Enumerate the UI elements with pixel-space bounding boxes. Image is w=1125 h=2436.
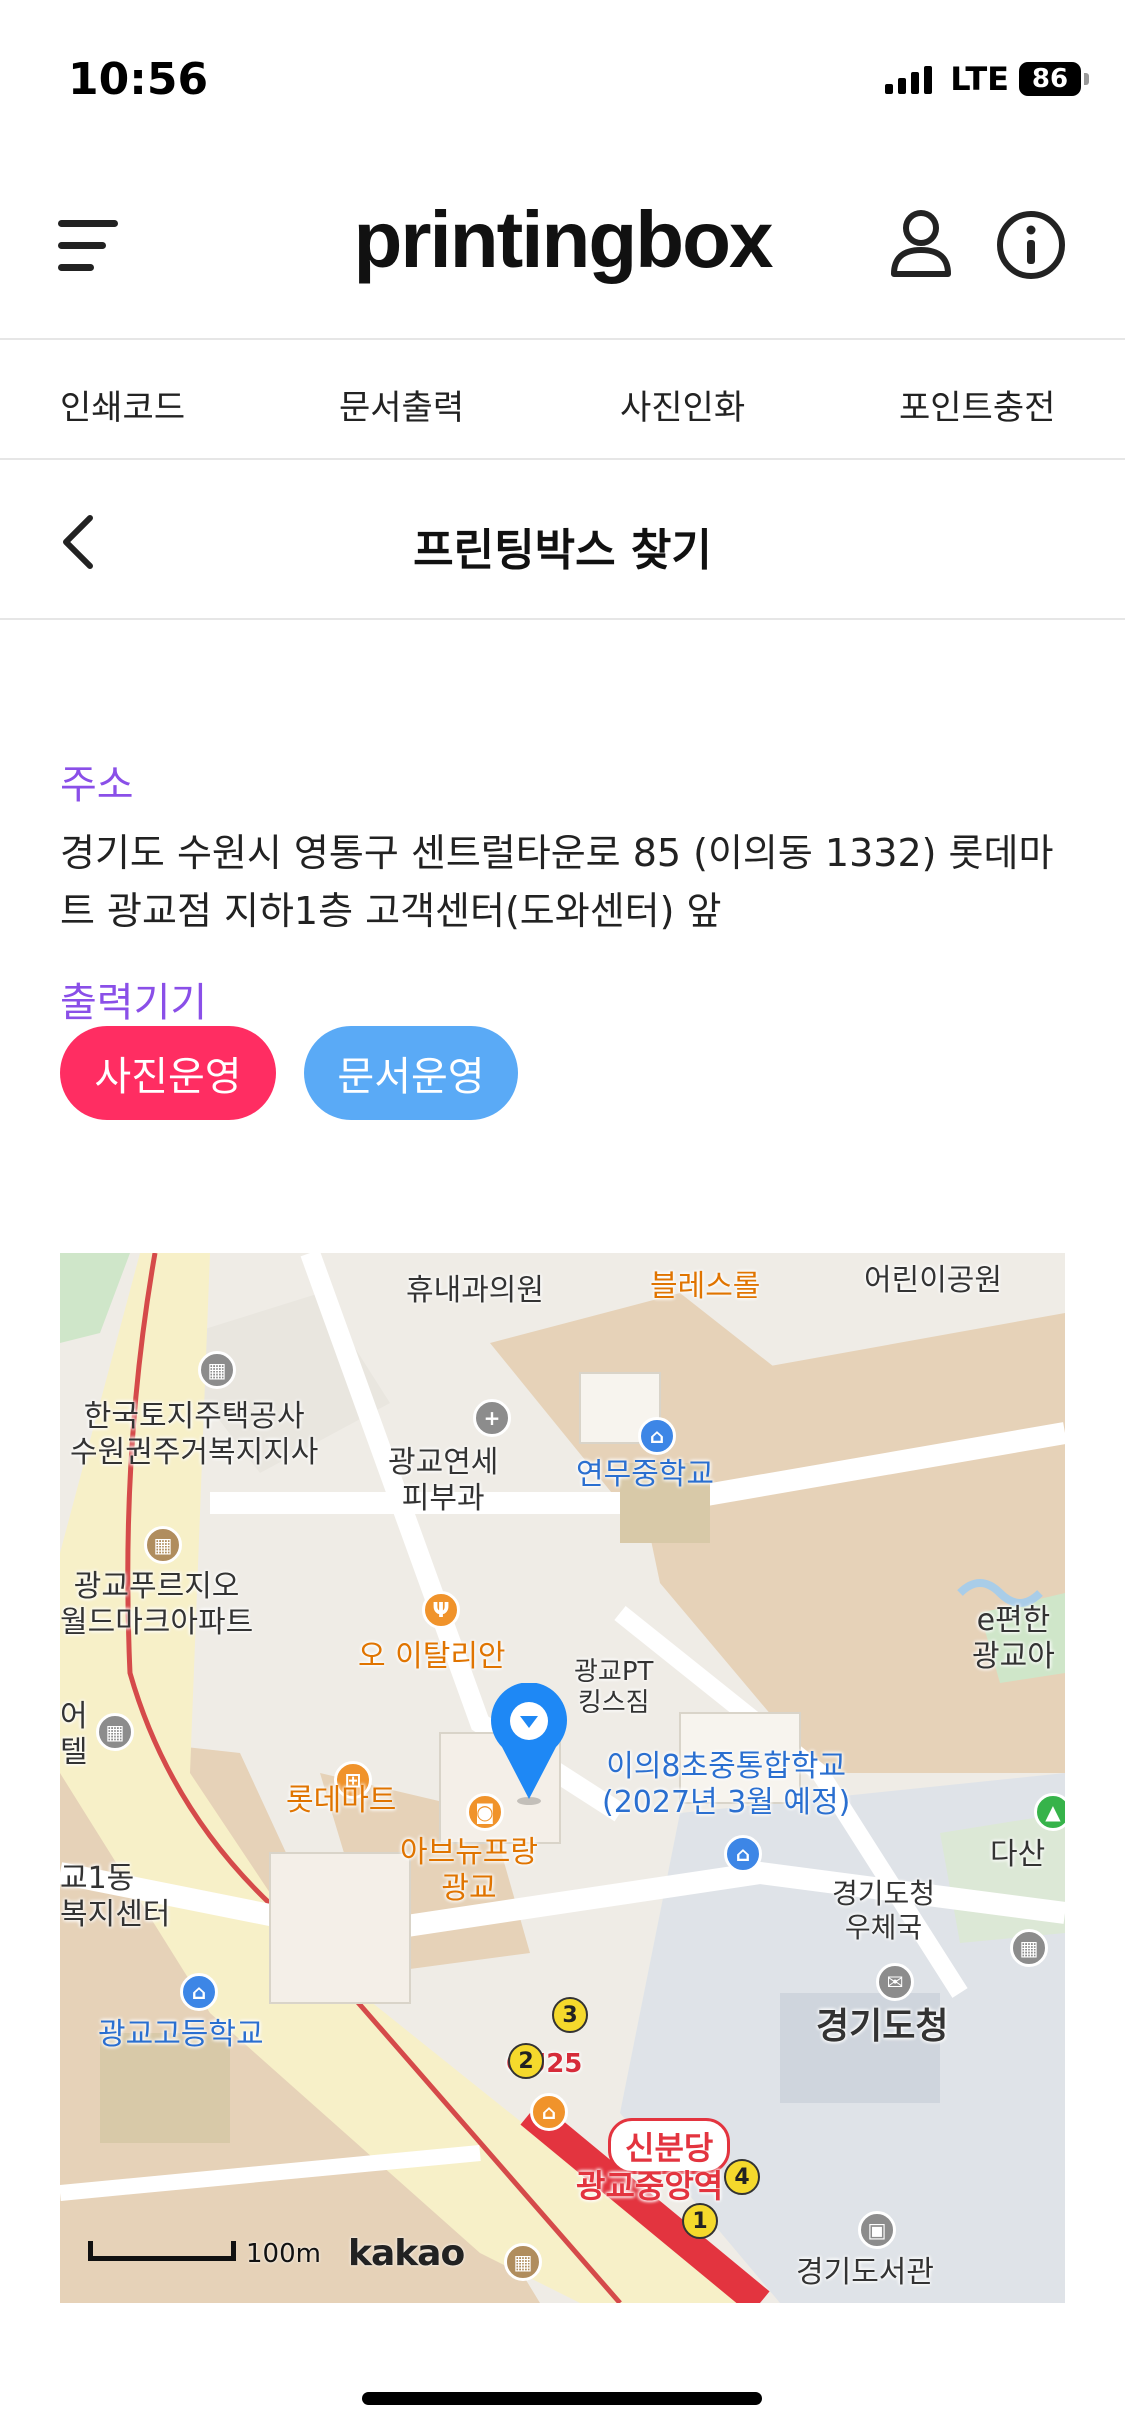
school-icon: ⌂ xyxy=(724,1835,762,1873)
network-label: LTE xyxy=(950,60,1009,98)
address-value: 경기도 수원시 영통구 센트럴타운로 85 (이의동 1332) 롯데마트 광교… xyxy=(60,831,1054,933)
subway-line-badge: 신분당 xyxy=(608,2118,731,2174)
map-label-apartment: 광교푸르지오 월드마크아파트 xyxy=(60,1569,254,1640)
map-scale-label: 100m xyxy=(246,2239,321,2269)
park-icon: ▲ xyxy=(1034,1793,1065,1831)
map-label-avenue-france: 아브뉴프랑 광교 xyxy=(400,1835,538,1906)
exit-4-icon: 4 xyxy=(724,2159,760,2195)
hospital-icon: + xyxy=(473,1399,511,1437)
restaurant-icon: Ψ xyxy=(422,1591,460,1629)
status-time: 10:56 xyxy=(68,54,209,105)
tab-point-charge[interactable]: 포인트충전 xyxy=(899,380,1055,429)
map-label-hotel: 어 텔 xyxy=(60,1699,88,1770)
exit-3-icon: 3 xyxy=(552,1997,588,2033)
map-label-library: 경기도서관 xyxy=(796,2255,934,2290)
map-label-station: 광교중앙역 xyxy=(576,2167,724,2205)
apartment-icon: ▦ xyxy=(144,1526,182,1564)
tab-print-code[interactable]: 인쇄코드 xyxy=(60,380,185,429)
library-icon: ▣ xyxy=(858,2211,896,2249)
school-icon: ⌂ xyxy=(638,1417,676,1455)
map-label-clinic: 휴내과의원 xyxy=(406,1273,544,1308)
map-provider-logo: kakao xyxy=(348,2233,465,2274)
exit-2-icon: 2 xyxy=(508,2043,544,2079)
nav-tabs: 인쇄코드 문서출력 사진인화 포인트충전 xyxy=(0,342,1125,460)
map-label-high-school: 광교고등학교 xyxy=(98,2017,264,2052)
battery-level: 86 xyxy=(1019,62,1081,96)
map-label-park: 어린이공원 xyxy=(864,1263,1002,1298)
map-label-lh: 한국토지주택공사 수원권주거복지지사 xyxy=(70,1399,319,1470)
map-label-italian: 오 이탈리안 xyxy=(358,1639,506,1674)
user-icon[interactable] xyxy=(888,208,954,280)
map-label-blesserol: 블레스롤 xyxy=(650,1269,761,1304)
devices-label: 출력기기 xyxy=(60,980,208,1026)
photo-device-badge: 사진운영 xyxy=(60,1026,276,1120)
address-label: 주소 xyxy=(60,762,134,808)
map-scale-bar xyxy=(88,2241,236,2261)
map-label-lottemart: 롯데마트 xyxy=(286,1783,397,1818)
location-pin-icon[interactable] xyxy=(488,1683,570,1807)
tab-document-print[interactable]: 문서출력 xyxy=(339,380,464,429)
document-device-badge: 문서운영 xyxy=(304,1026,518,1120)
tab-photo-print[interactable]: 사진인화 xyxy=(620,380,745,429)
map-label-gov-post-office: 경기도청 우체국 xyxy=(832,1877,936,1944)
map-label-gym: 광교PT 킹스짐 xyxy=(574,1657,654,1719)
store-icon: ⌂ xyxy=(530,2093,568,2131)
home-indicator[interactable] xyxy=(362,2392,762,2405)
map-label-dasan: 다산 xyxy=(990,1837,1046,1872)
office-icon: ▦ xyxy=(198,1351,236,1389)
battery-icon: 86 xyxy=(1019,62,1089,96)
status-indicators: LTE 86 xyxy=(885,60,1089,98)
signal-icon xyxy=(885,64,933,94)
map-label-e-pyeonhan: e편한 광교아 xyxy=(972,1603,1055,1674)
map-label-dermatology: 광교연세 피부과 xyxy=(388,1445,499,1516)
map-label-welfare-center: 교1동 복지센터 xyxy=(60,1861,171,1932)
map-label-new-school: 이의8초중통합학교 (2027년 3월 예정) xyxy=(602,1749,851,1820)
hotel-icon: ▦ xyxy=(96,1713,134,1751)
office-icon: ▦ xyxy=(1010,1929,1048,1967)
status-bar: 10:56 LTE 86 xyxy=(0,0,1125,150)
info-icon[interactable] xyxy=(996,210,1066,280)
app-logo[interactable]: printingbox xyxy=(0,194,1125,286)
page-title: 프린팅박스 찾기 xyxy=(413,525,712,576)
apartment-icon: ▦ xyxy=(504,2243,542,2281)
map-label-gyeonggi-office: 경기도청 xyxy=(816,2006,949,2047)
app-header: printingbox xyxy=(0,150,1125,340)
map-label-yeonmu-school: 연무중학교 xyxy=(576,1457,714,1492)
school-icon: ⌂ xyxy=(180,1973,218,2011)
exit-1-icon: 1 xyxy=(682,2203,718,2239)
page-header: 프린팅박스 찾기 xyxy=(0,462,1125,620)
post-office-icon: ✉ xyxy=(876,1963,914,2001)
location-map[interactable]: ▦ + ⌂ ▦ Ψ ▦ ⊞ ◙ ⌂ ▲ ⌂ ✉ ▦ ⌂ ▦ ▣ 휴내과의원 블레… xyxy=(60,1253,1065,2303)
